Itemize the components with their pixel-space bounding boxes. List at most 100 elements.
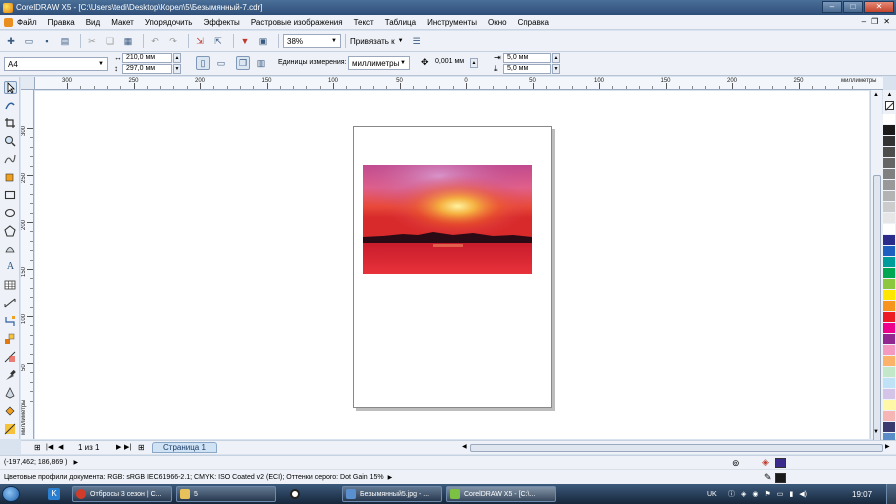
duplicate-x-field[interactable]: 5,0 мм [503,53,551,63]
no-color-swatch[interactable] [885,101,894,111]
sunset-bitmap-image[interactable] [363,165,532,274]
outline-pen-tool-icon[interactable] [4,387,17,400]
import-icon[interactable]: ⇲ [193,34,207,48]
page-tab-1[interactable]: Страница 1 [152,442,217,453]
display-tray-icon[interactable]: ▭ [777,490,784,498]
page-width-field[interactable]: 210,0 мм [122,53,172,63]
current-page-button[interactable]: ▥ [254,56,268,70]
palette-swatch[interactable] [883,334,895,345]
crop-tool-icon[interactable] [4,117,17,130]
minimize-button[interactable]: – [822,1,842,13]
quick-launch-icon[interactable]: K [48,488,60,500]
palette-swatch[interactable] [883,180,895,191]
palette-swatch[interactable] [883,345,895,356]
ruler-origin-corner[interactable] [21,77,35,90]
language-indicator[interactable]: UK [707,484,717,504]
text-tool-icon[interactable]: A [4,261,17,274]
menu-view[interactable]: Вид [86,18,100,27]
first-page-icon[interactable]: |◀ [46,443,53,451]
menu-effects[interactable]: Эффекты [203,18,239,27]
taskbar-item-folder[interactable]: 5 [176,486,276,502]
polygon-tool-icon[interactable] [4,225,17,238]
undo-icon[interactable]: ↶ [148,34,162,48]
vertical-ruler[interactable]: 300 250 200 150 100 50 миллиметры [21,90,34,439]
zoom-tool-icon[interactable] [4,135,17,148]
palette-swatch[interactable] [883,400,895,411]
scroll-down-arrow[interactable]: ▼ [873,429,879,435]
palette-swatch[interactable] [883,290,895,301]
play-arrow-icon[interactable]: ▶ [73,459,78,466]
add-page-before-icon[interactable]: ⊞ [34,443,41,452]
page-size-combo[interactable]: A4 ▼ [4,57,108,71]
nudge-distance-field[interactable]: 0,001 мм [432,58,468,68]
palette-swatch[interactable] [883,125,895,136]
maximize-button[interactable]: □ [843,1,863,13]
color-profiles-text[interactable]: Цветовые профили документа: RGB: sRGB IE… [4,474,384,481]
document-menu-icon[interactable] [4,17,13,27]
volume-tray-icon[interactable]: ◀) [799,490,807,498]
scroll-up-arrow[interactable]: ▲ [873,92,879,98]
menu-help[interactable]: Справка [518,18,549,27]
table-tool-icon[interactable] [4,279,17,292]
palette-swatch[interactable] [883,136,895,147]
transparency-tool-icon[interactable] [4,351,17,364]
basic-shapes-tool-icon[interactable] [4,243,17,256]
dup-x-spinner[interactable]: ▲ [552,53,560,63]
landscape-orientation-button[interactable]: ▭ [214,56,228,70]
print-icon[interactable]: ▤ [58,34,72,48]
palette-swatch[interactable] [883,367,895,378]
menu-bitmaps[interactable]: Растровые изображения [251,18,343,27]
palette-swatch[interactable] [883,323,895,334]
freehand-tool-icon[interactable] [4,153,17,166]
palette-swatch[interactable] [883,389,895,400]
palette-swatch[interactable] [883,158,895,169]
palette-swatch[interactable] [883,235,895,246]
menu-file[interactable]: Файл [17,18,37,27]
palette-swatch[interactable] [883,202,895,213]
zoom-level-combo[interactable]: 38% ▼ [283,34,341,48]
menu-arrange[interactable]: Упорядочить [145,18,193,27]
start-button[interactable] [2,486,20,502]
open-folder-icon[interactable]: ▭ [22,34,36,48]
palette-swatch[interactable] [883,257,895,268]
palette-swatch[interactable] [883,312,895,323]
palette-swatch[interactable] [883,378,895,389]
rectangle-tool-icon[interactable] [4,189,17,202]
units-combo[interactable]: миллиметры ▼ [348,56,410,70]
palette-swatch[interactable] [883,422,895,433]
scroll-right-arrow[interactable]: ▶ [885,443,890,450]
palette-swatch[interactable] [883,301,895,312]
palette-swatch[interactable] [883,224,895,235]
new-document-icon[interactable]: ✚ [4,34,18,48]
shape-tool-icon[interactable] [4,99,17,112]
all-pages-button[interactable]: ❐ [236,56,250,70]
horizontal-ruler[interactable]: 300 250 200 150 100 50 0 50 100 150 200 250 миллимет… [21,77,883,90]
network-tray-icon[interactable]: ◈ [741,490,746,498]
smart-fill-tool-icon[interactable] [4,171,17,184]
close-button[interactable]: ✕ [864,1,894,13]
height-spinner-arrows[interactable]: ▼ [173,64,181,74]
previous-page-icon[interactable]: ◀ [58,443,63,451]
help-tray-icon[interactable]: ⓘ [728,489,735,499]
application-launcher-icon[interactable]: ▼ [238,34,252,48]
taskbar-item-browser[interactable]: Отбросы 3 сезон | С... [72,486,172,502]
taskbar-item-image[interactable]: Безымянный5.jpg - ... [342,486,442,502]
pick-tool-icon[interactable] [4,81,17,94]
doc-restore-button[interactable]: ❐ [871,17,878,26]
clock[interactable]: 19:07 [852,484,872,504]
fill-color-swatch[interactable] [775,458,786,468]
palette-swatch[interactable] [883,246,895,257]
palette-swatch[interactable] [883,114,895,125]
palette-swatch[interactable] [883,356,895,367]
interactive-fill-tool-icon[interactable] [4,423,17,436]
dup-y-spinner[interactable]: ▼ [552,64,560,74]
menu-table[interactable]: Таблица [385,18,416,27]
doc-minimize-button[interactable]: – [862,17,866,26]
antivirus-tray-icon[interactable]: ◉ [752,490,758,498]
menu-tools[interactable]: Инструменты [427,18,477,27]
taskbar-item-coreldraw[interactable]: CorelDRAW X5 - [C:\... [446,486,556,502]
options-icon[interactable]: ☰ [410,34,424,48]
blend-tool-icon[interactable] [4,333,17,346]
play-arrow-icon[interactable]: ▶ [388,474,393,481]
tray-app-icon[interactable] [290,489,300,499]
